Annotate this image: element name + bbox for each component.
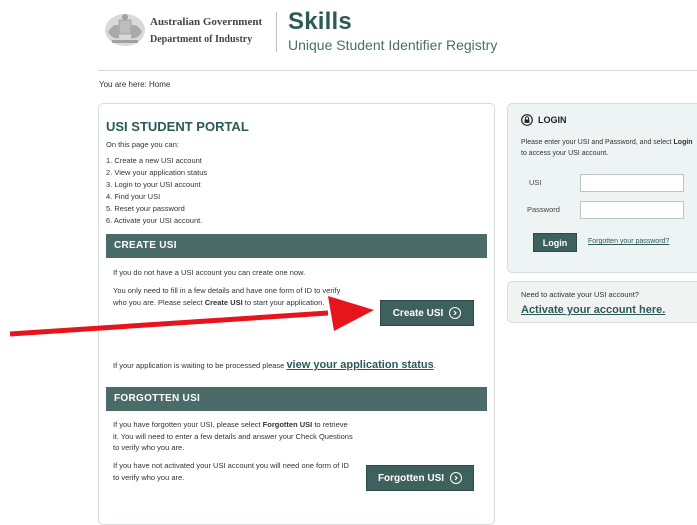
usi-label: USI [529, 178, 542, 187]
list-item: 6. Activate your USI account. [106, 216, 203, 225]
lock-icon [521, 114, 533, 126]
forgotten-password-link[interactable]: Forgotten your password? [588, 238, 669, 245]
circle-chevron-right-icon [449, 307, 462, 319]
list-item: 3. Login to your USI account [106, 180, 201, 189]
login-button[interactable]: Login [533, 233, 577, 252]
header-divider [276, 12, 277, 52]
page-title: USI STUDENT PORTAL [106, 119, 249, 134]
portal-intro: On this page you can: [106, 140, 179, 149]
forgotten-usi-heading: FORGOTTEN USI [106, 387, 487, 411]
coat-of-arms-icon [105, 14, 145, 46]
application-status-text: If your application is waiting to be pro… [113, 359, 436, 371]
activate-account-link[interactable]: Activate your account here. [521, 304, 665, 316]
header-rule [98, 70, 697, 71]
list-item: 2. View your application status [106, 168, 208, 177]
forgotten-usi-instructions: If you have forgotten your USI, please s… [113, 420, 353, 452]
password-label: Password [527, 205, 560, 214]
breadcrumb: You are here: Home [99, 80, 171, 89]
activation-note: If you have not activated your USI accou… [113, 461, 349, 482]
department-name: Department of Industry [150, 34, 253, 45]
list-item: 4. Find your USI [106, 192, 161, 201]
view-application-status-link[interactable]: view your application status [286, 359, 433, 371]
circle-chevron-right-icon [450, 472, 463, 484]
usi-input[interactable] [580, 174, 684, 192]
brand-title[interactable]: Skills [288, 8, 352, 36]
red-arrow-annotation [9, 296, 374, 337]
login-description: Please enter your USI and Password, and … [521, 139, 693, 157]
list-item: 1. Create a new USI account [106, 156, 202, 165]
password-input[interactable] [580, 201, 684, 219]
create-usi-heading: CREATE USI [106, 234, 487, 258]
government-name: Australian Government [150, 16, 263, 28]
forgotten-usi-button-label: Forgotten USI [377, 472, 445, 484]
activate-question: Need to activate your USI account? [521, 290, 639, 299]
brand-subtitle: Unique Student Identifier Registry [288, 37, 498, 53]
activate-panel [507, 281, 697, 323]
forgotten-usi-button[interactable]: Forgotten USI [366, 465, 474, 491]
feature-list: 1. Create a new USI account 2. View your… [106, 155, 207, 227]
create-usi-button-label: Create USI [392, 307, 444, 319]
login-title: LOGIN [538, 115, 567, 125]
create-usi-intro: If you do not have a USI account you can… [113, 268, 306, 277]
create-usi-button[interactable]: Create USI [380, 300, 474, 326]
list-item: 5. Reset your password [106, 204, 185, 213]
